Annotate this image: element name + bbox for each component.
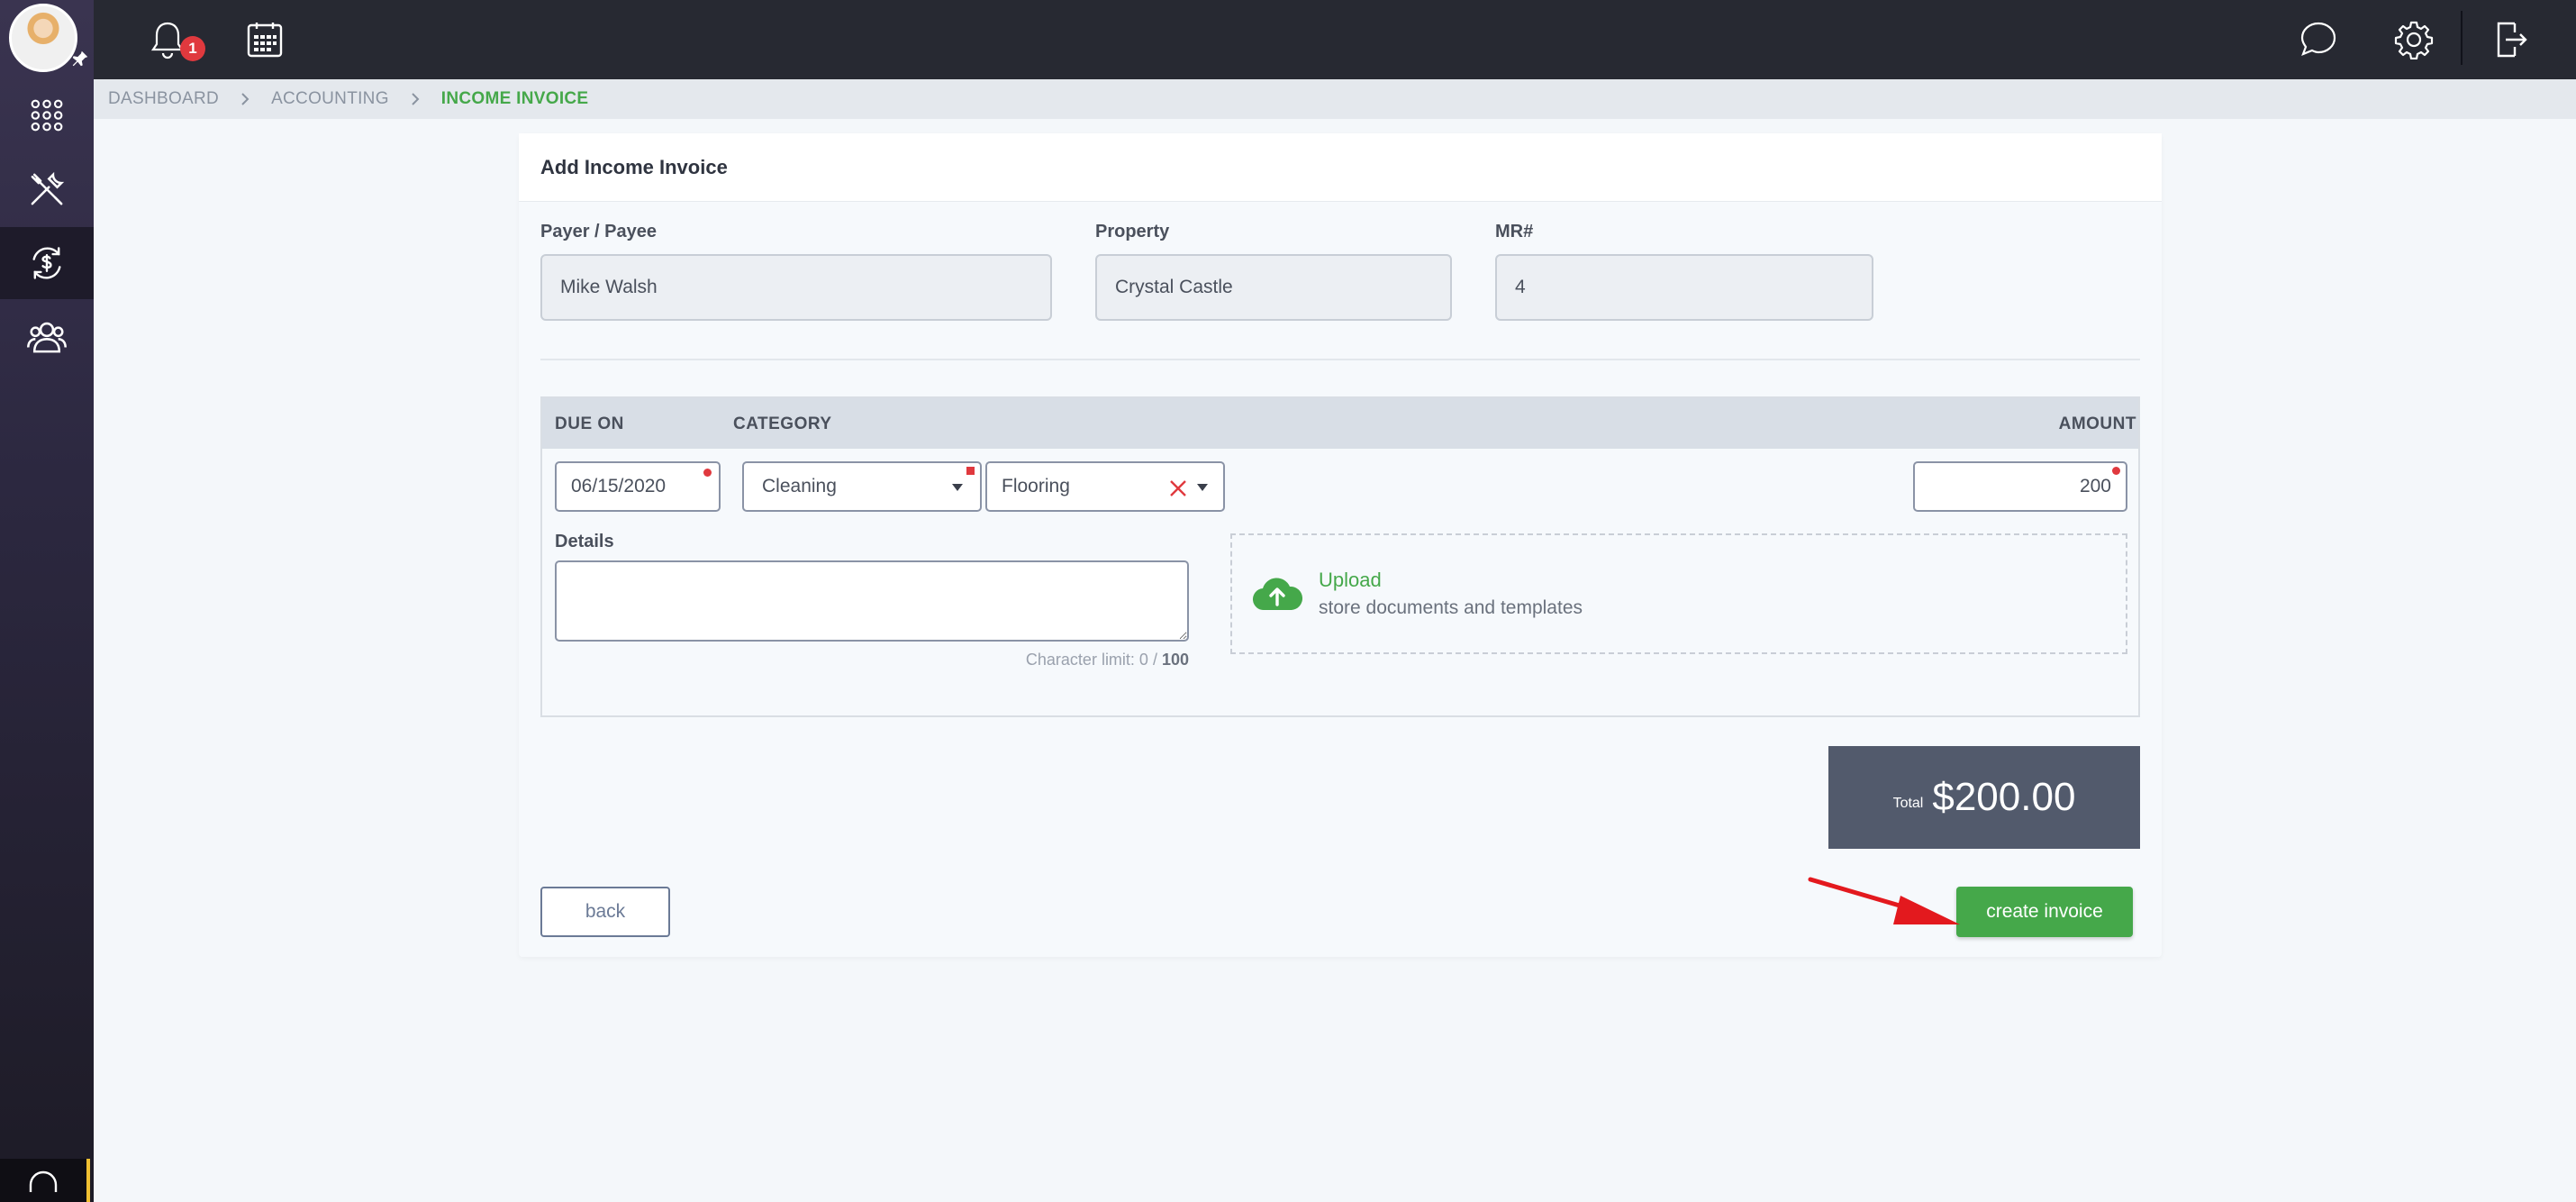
category-value: Cleaning xyxy=(762,476,837,496)
chevron-right-icon xyxy=(411,92,420,106)
header-due-on: DUE ON xyxy=(555,414,624,433)
breadcrumb: DASHBOARD ACCOUNTING INCOME INVOICE xyxy=(94,79,2576,119)
gear-icon xyxy=(2394,21,2434,59)
chat-icon xyxy=(2300,22,2336,56)
sidebar xyxy=(0,0,94,1202)
invoice-line-table: DUE ON CATEGORY AMOUNT 06/15/2020 Cleani… xyxy=(540,396,2140,717)
headset-icon xyxy=(29,1170,58,1192)
calendar-button[interactable] xyxy=(241,16,288,63)
settings-button[interactable] xyxy=(2390,16,2437,63)
char-limit-text: Character limit: 0 / xyxy=(1025,651,1162,669)
required-indicator xyxy=(2112,467,2120,475)
due-date-value: 06/15/2020 xyxy=(571,476,667,496)
tools-icon xyxy=(31,171,65,205)
breadcrumb-dashboard[interactable]: DASHBOARD xyxy=(108,89,219,109)
total-value: $200.00 xyxy=(1932,775,2076,819)
messages-button[interactable] xyxy=(2295,16,2342,63)
clear-icon[interactable] xyxy=(1169,479,1187,497)
property-label: Property xyxy=(1095,222,1170,241)
card-title: Add Income Invoice xyxy=(519,133,2162,202)
mr-label: MR# xyxy=(1495,222,1534,241)
sidebar-item-users[interactable] xyxy=(0,301,94,373)
back-button[interactable]: back xyxy=(540,887,670,937)
user-avatar[interactable] xyxy=(9,4,77,72)
category-select[interactable]: Cleaning xyxy=(742,461,982,512)
upload-title[interactable]: Upload xyxy=(1319,569,1583,592)
chevron-right-icon xyxy=(240,92,249,106)
sidebar-item-accounting[interactable] xyxy=(0,227,94,299)
details-textarea[interactable] xyxy=(555,560,1189,642)
notification-badge: 1 xyxy=(180,36,205,61)
details-label: Details xyxy=(555,532,614,551)
character-limit: Character limit: 0 / 100 xyxy=(555,651,1189,669)
mr-field: 4 xyxy=(1495,254,1873,321)
sidebar-item-apps[interactable] xyxy=(0,79,94,151)
section-divider xyxy=(540,359,2140,360)
property-field: Crystal Castle xyxy=(1095,254,1452,321)
accounting-icon xyxy=(32,247,61,279)
topbar-divider xyxy=(2461,11,2463,65)
support-button[interactable] xyxy=(0,1159,90,1202)
required-indicator xyxy=(966,467,975,475)
due-date-input[interactable]: 06/15/2020 xyxy=(555,461,721,512)
pin-icon[interactable] xyxy=(70,49,90,68)
create-invoice-button[interactable]: create invoice xyxy=(1956,887,2133,937)
apps-grid-icon xyxy=(31,99,63,132)
payer-label: Payer / Payee xyxy=(540,222,657,241)
required-indicator xyxy=(703,469,712,477)
amount-value: 200 xyxy=(2079,476,2111,496)
invoice-card: Add Income Invoice Payer / Payee Mike Wa… xyxy=(519,133,2162,957)
total-panel: Total $200.00 xyxy=(1828,746,2140,849)
upload-subtitle: store documents and templates xyxy=(1319,597,1583,618)
upload-dropzone[interactable]: Upload store documents and templates xyxy=(1230,533,2127,654)
logout-button[interactable] xyxy=(2488,16,2535,63)
top-bar: 1 xyxy=(94,0,2576,79)
annotation-arrow-icon xyxy=(1808,877,1960,924)
caret-down-icon xyxy=(1197,484,1208,491)
amount-input[interactable]: 200 xyxy=(1913,461,2127,512)
header-category: CATEGORY xyxy=(733,414,832,433)
subcategory-value: Flooring xyxy=(1002,476,1070,496)
upload-text: Upload store documents and templates xyxy=(1319,569,1583,619)
cloud-upload-icon xyxy=(1253,578,1302,611)
header-amount: AMOUNT xyxy=(2058,414,2136,433)
payer-field: Mike Walsh xyxy=(540,254,1052,321)
users-icon xyxy=(27,322,67,353)
sidebar-item-tools[interactable] xyxy=(0,153,94,225)
char-limit-max: 100 xyxy=(1161,651,1189,669)
subcategory-select[interactable]: Flooring xyxy=(985,461,1225,512)
total-label: Total xyxy=(1892,796,1924,811)
calendar-icon xyxy=(247,23,283,58)
breadcrumb-income-invoice: INCOME INVOICE xyxy=(440,89,589,108)
bell-icon xyxy=(150,22,185,59)
table-header: DUE ON CATEGORY AMOUNT xyxy=(542,398,2138,449)
caret-down-icon xyxy=(952,484,963,491)
logout-icon xyxy=(2497,22,2527,58)
breadcrumb-accounting[interactable]: ACCOUNTING xyxy=(271,89,389,109)
